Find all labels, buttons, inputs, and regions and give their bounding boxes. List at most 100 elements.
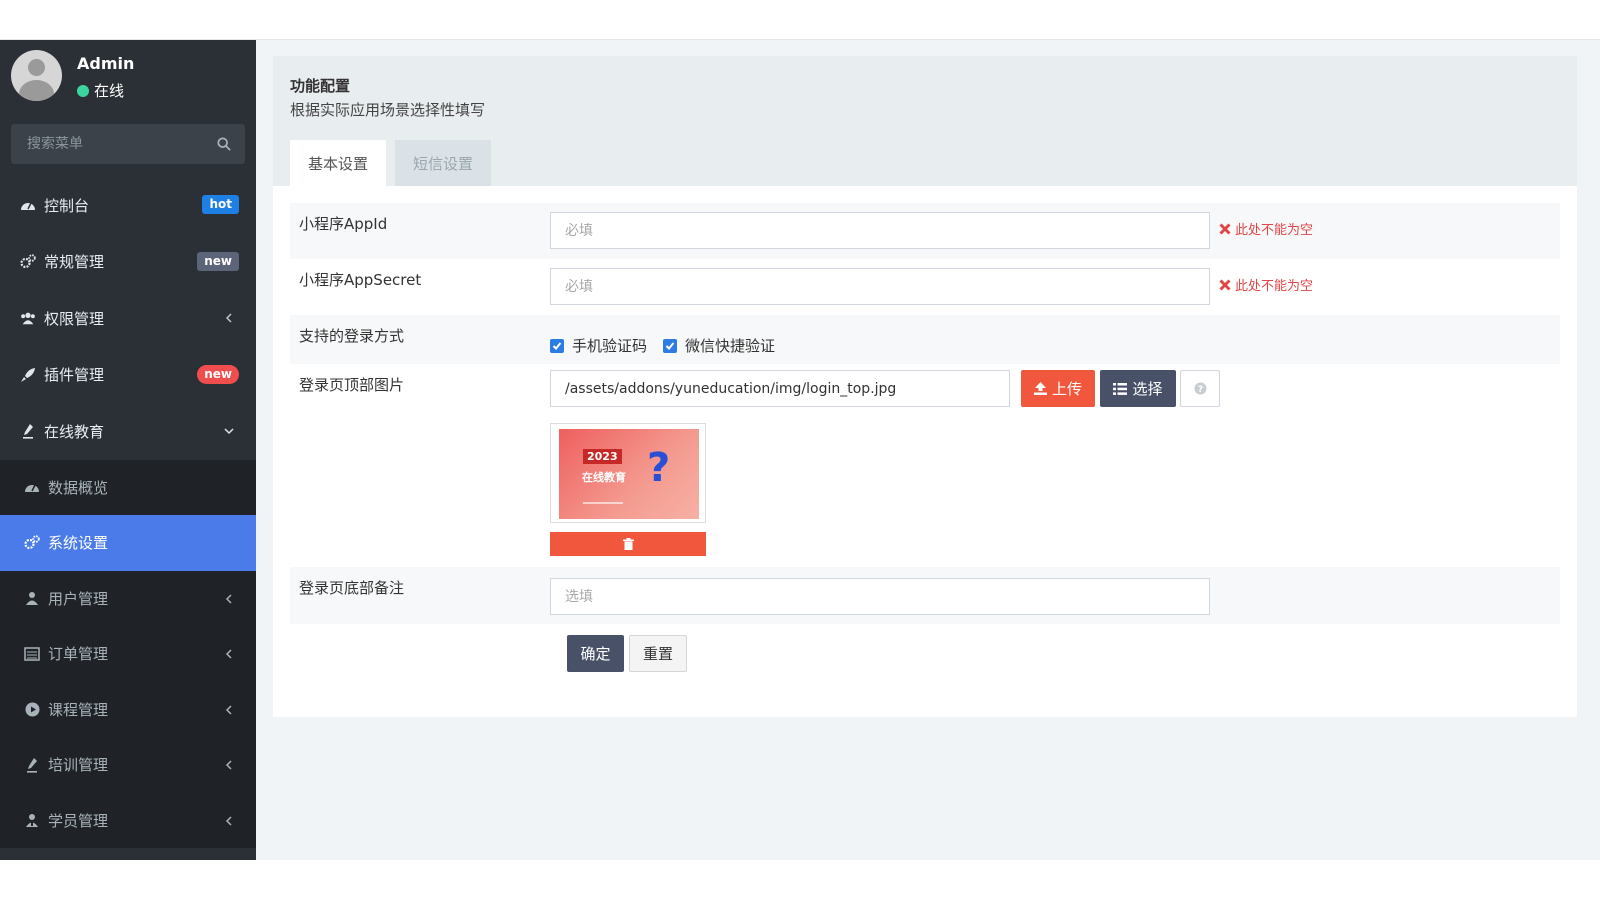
appsecret-field-wrap xyxy=(550,268,1210,305)
checkbox-checked-icon[interactable] xyxy=(550,338,564,353)
user-status-text: 在线 xyxy=(94,82,125,100)
top-image-path-input[interactable] xyxy=(565,380,995,397)
new-badge: new xyxy=(197,364,239,384)
sidebar-item-order-management[interactable]: 订单管理 xyxy=(0,626,256,682)
sidebar-item-training-management[interactable]: 培训管理 xyxy=(0,737,256,793)
sidebar-item-plugins[interactable]: 插件管理 new xyxy=(0,347,256,404)
top-bar xyxy=(0,0,1600,40)
appsecret-error-text: 此处不能为空 xyxy=(1235,279,1314,294)
form-row-appid: 小程序AppId 此处不能为空 xyxy=(290,203,1560,259)
sidebar-item-student-management[interactable]: 学员管理 xyxy=(0,793,256,849)
menu-search xyxy=(11,124,245,164)
preview-text: 在线教育 xyxy=(582,471,626,484)
question-circle-icon: ? xyxy=(1194,382,1206,395)
sidebar-item-label: 培训管理 xyxy=(48,756,109,775)
svg-text:?: ? xyxy=(1197,385,1202,395)
appsecret-error: 此处不能为空 xyxy=(1219,275,1313,294)
upload-button[interactable]: 上传 xyxy=(1021,370,1095,407)
chevron-left-icon xyxy=(225,760,232,770)
rocket-icon xyxy=(20,367,36,383)
sidebar-item-label: 订单管理 xyxy=(48,645,109,664)
login-methods-checks: 手机验证码 微信快捷验证 xyxy=(550,335,791,356)
preview-decor-line xyxy=(583,502,623,504)
sidebar-item-label: 数据概览 xyxy=(48,478,109,497)
chevron-left-icon xyxy=(225,649,232,659)
choose-button[interactable]: 选择 xyxy=(1100,370,1176,407)
sidebar-item-label: 插件管理 xyxy=(44,366,105,385)
user-panel: Admin 在线 xyxy=(0,40,256,114)
sidebar-item-online-education[interactable]: 在线教育 xyxy=(0,403,256,460)
gears-icon xyxy=(20,254,36,270)
checkbox-checked-icon[interactable] xyxy=(663,338,678,353)
user-name: Admin xyxy=(77,54,135,73)
checkbox-sms[interactable]: 手机验证码 xyxy=(550,335,647,356)
top-image-field-wrap xyxy=(550,370,1010,407)
login-top-image-thumbnail: 2023 在线教育 ? xyxy=(559,429,699,519)
appid-field-wrap xyxy=(550,212,1210,249)
form-row-bottom-note: 登录页底部备注 xyxy=(290,567,1560,624)
choose-button-label: 选择 xyxy=(1132,380,1163,398)
chevron-left-icon xyxy=(225,593,232,604)
panel-title: 功能配置 xyxy=(290,77,351,95)
reset-button[interactable]: 重置 xyxy=(629,635,687,672)
sidebar-item-general[interactable]: 常规管理 new xyxy=(0,234,256,291)
sidebar-item-course-management[interactable]: 课程管理 xyxy=(0,682,256,738)
play-icon xyxy=(24,701,40,717)
tab-sms-settings[interactable]: 短信设置 xyxy=(395,140,491,186)
chevron-down-icon xyxy=(224,428,234,435)
sidebar-item-label: 常规管理 xyxy=(44,253,105,272)
sidebar-item-dashboard[interactable]: 控制台 hot xyxy=(0,177,256,234)
checkbox-wechat-label: 微信快捷验证 xyxy=(685,337,776,355)
users-icon xyxy=(20,310,36,326)
appid-input[interactable] xyxy=(565,222,1195,239)
checkbox-wechat[interactable]: 微信快捷验证 xyxy=(663,335,775,356)
image-preview[interactable]: 2023 在线教育 ? xyxy=(550,423,706,523)
sidebar-item-label: 用户管理 xyxy=(48,589,109,608)
appsecret-label: 小程序AppSecret xyxy=(299,271,422,289)
sidebar: Admin 在线 控制台 hot 常规管理 new 权限管理 插件管理 new xyxy=(0,40,256,860)
form-row-login-methods: 支持的登录方式 手机验证码 微信快捷验证 xyxy=(290,315,1560,364)
form-actions: 确定 重置 xyxy=(290,635,1560,675)
upload-icon xyxy=(1033,382,1047,395)
main-content: 功能配置 根据实际应用场景选择性填写 基本设置 短信设置 小程序AppId 此处… xyxy=(256,40,1600,860)
dashboard-icon xyxy=(24,479,40,495)
preview-year: 2023 xyxy=(583,449,622,464)
chevron-left-icon xyxy=(225,704,232,715)
form-row-appsecret: 小程序AppSecret 此处不能为空 xyxy=(290,259,1560,315)
panel-header: 功能配置 根据实际应用场景选择性填写 基本设置 短信设置 xyxy=(273,56,1577,186)
error-x-icon xyxy=(1219,222,1231,235)
delete-image-button[interactable] xyxy=(550,532,706,556)
dashboard-icon xyxy=(20,197,36,213)
sidebar-item-user-management[interactable]: 用户管理 xyxy=(0,571,256,627)
sidebar-item-data-overview[interactable]: 数据概览 xyxy=(0,460,256,516)
sidebar-item-label: 课程管理 xyxy=(48,700,109,719)
tab-basic-settings[interactable]: 基本设置 xyxy=(290,140,386,186)
sidebar-item-permissions[interactable]: 权限管理 xyxy=(0,290,256,347)
submit-button[interactable]: 确定 xyxy=(567,635,624,672)
appid-label: 小程序AppId xyxy=(299,215,388,233)
login-methods-label: 支持的登录方式 xyxy=(299,327,405,345)
search-icon[interactable] xyxy=(217,137,231,151)
pen-icon xyxy=(24,757,40,773)
list-icon xyxy=(24,646,40,662)
sidebar-item-label: 控制台 xyxy=(44,196,90,215)
help-button[interactable]: ? xyxy=(1180,370,1220,407)
upload-button-label: 上传 xyxy=(1051,380,1082,398)
bottom-note-input[interactable] xyxy=(565,588,1195,605)
bottom-note-field-wrap xyxy=(550,578,1210,615)
appid-error-text: 此处不能为空 xyxy=(1235,223,1314,238)
menu-search-input[interactable] xyxy=(11,124,245,164)
chevron-left-icon xyxy=(225,815,232,826)
sidebar-menu: 控制台 hot 常规管理 new 权限管理 插件管理 new 在线教育 数据概览 xyxy=(0,177,256,848)
gears-icon xyxy=(24,535,40,551)
sidebar-item-system-settings[interactable]: 系统设置 xyxy=(0,515,256,571)
error-x-icon xyxy=(1219,278,1231,291)
panel-subtitle: 根据实际应用场景选择性填写 xyxy=(290,101,486,119)
sidebar-item-label: 权限管理 xyxy=(44,309,105,328)
sidebar-item-label: 系统设置 xyxy=(48,534,109,553)
sidebar-item-label: 学员管理 xyxy=(48,811,109,830)
config-panel: 功能配置 根据实际应用场景选择性填写 基本设置 短信设置 小程序AppId 此处… xyxy=(273,56,1577,717)
avatar[interactable] xyxy=(11,50,62,101)
appsecret-input[interactable] xyxy=(565,278,1195,295)
checkbox-sms-label: 手机验证码 xyxy=(572,337,648,355)
